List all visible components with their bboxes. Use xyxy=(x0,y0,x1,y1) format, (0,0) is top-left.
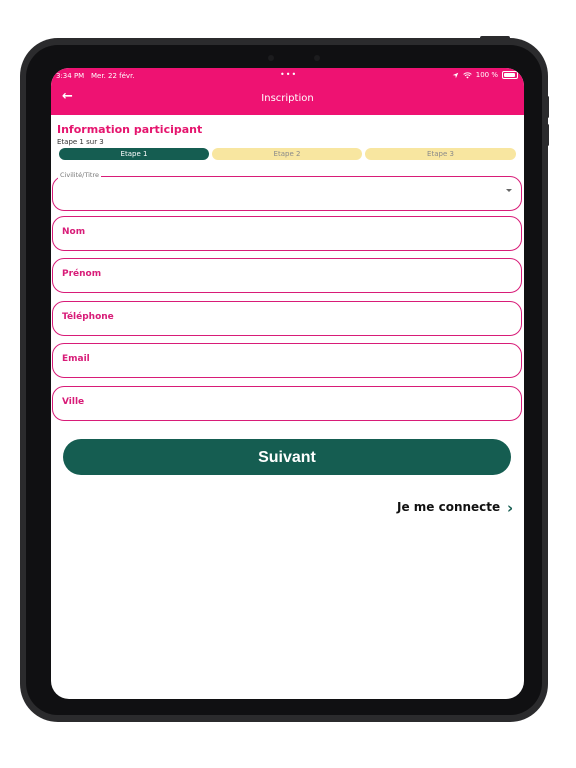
section-title: Information participant xyxy=(57,123,203,136)
camera-icon xyxy=(268,55,274,61)
app-screen: 3:34 PM Mer. 22 févr. ••• 100 % ← Inscri… xyxy=(51,68,524,699)
email-label: Email xyxy=(62,354,90,364)
login-link[interactable]: Je me connecte xyxy=(397,500,500,514)
step-3-pill: Etape 3 xyxy=(365,148,516,160)
multitasking-dots-icon[interactable]: ••• xyxy=(280,70,297,79)
dropdown-caret-icon[interactable] xyxy=(506,189,512,192)
volume-down-button xyxy=(546,124,549,146)
ville-field[interactable]: Ville xyxy=(52,386,522,421)
step-1-pill: Etape 1 xyxy=(59,148,209,160)
email-field[interactable]: Email xyxy=(52,343,522,378)
volume-up-button xyxy=(546,96,549,118)
status-right: 100 % xyxy=(452,71,518,79)
chevron-right-icon[interactable]: › xyxy=(507,499,513,517)
telephone-field[interactable]: Téléphone xyxy=(52,301,522,336)
page-title: Inscription xyxy=(261,93,314,104)
ville-label: Ville xyxy=(62,397,85,407)
civility-select[interactable]: Civilité/Titre xyxy=(52,171,522,211)
next-button[interactable]: Suivant xyxy=(63,439,511,475)
telephone-label: Téléphone xyxy=(62,312,114,322)
app-header: 3:34 PM Mer. 22 févr. ••• 100 % ← Inscri… xyxy=(51,68,524,115)
step-2-pill: Etape 2 xyxy=(212,148,362,160)
battery-percent: 100 % xyxy=(475,71,498,79)
status-bar: 3:34 PM Mer. 22 févr. ••• 100 % xyxy=(51,68,524,84)
battery-icon xyxy=(502,71,518,79)
sensor-icon xyxy=(314,55,320,61)
location-arrow-icon xyxy=(452,72,459,78)
nom-label: Nom xyxy=(62,227,86,237)
step-label: Etape 1 sur 3 xyxy=(57,138,104,146)
power-button xyxy=(480,36,510,40)
status-date: Mer. 22 févr. xyxy=(91,72,135,80)
nom-field[interactable]: Nom xyxy=(52,216,522,251)
status-time: 3:34 PM xyxy=(56,72,85,80)
civility-legend: Civilité/Titre xyxy=(58,171,101,179)
wifi-icon xyxy=(463,71,472,78)
prenom-field[interactable]: Prénom xyxy=(52,258,522,293)
prenom-label: Prénom xyxy=(62,269,102,279)
